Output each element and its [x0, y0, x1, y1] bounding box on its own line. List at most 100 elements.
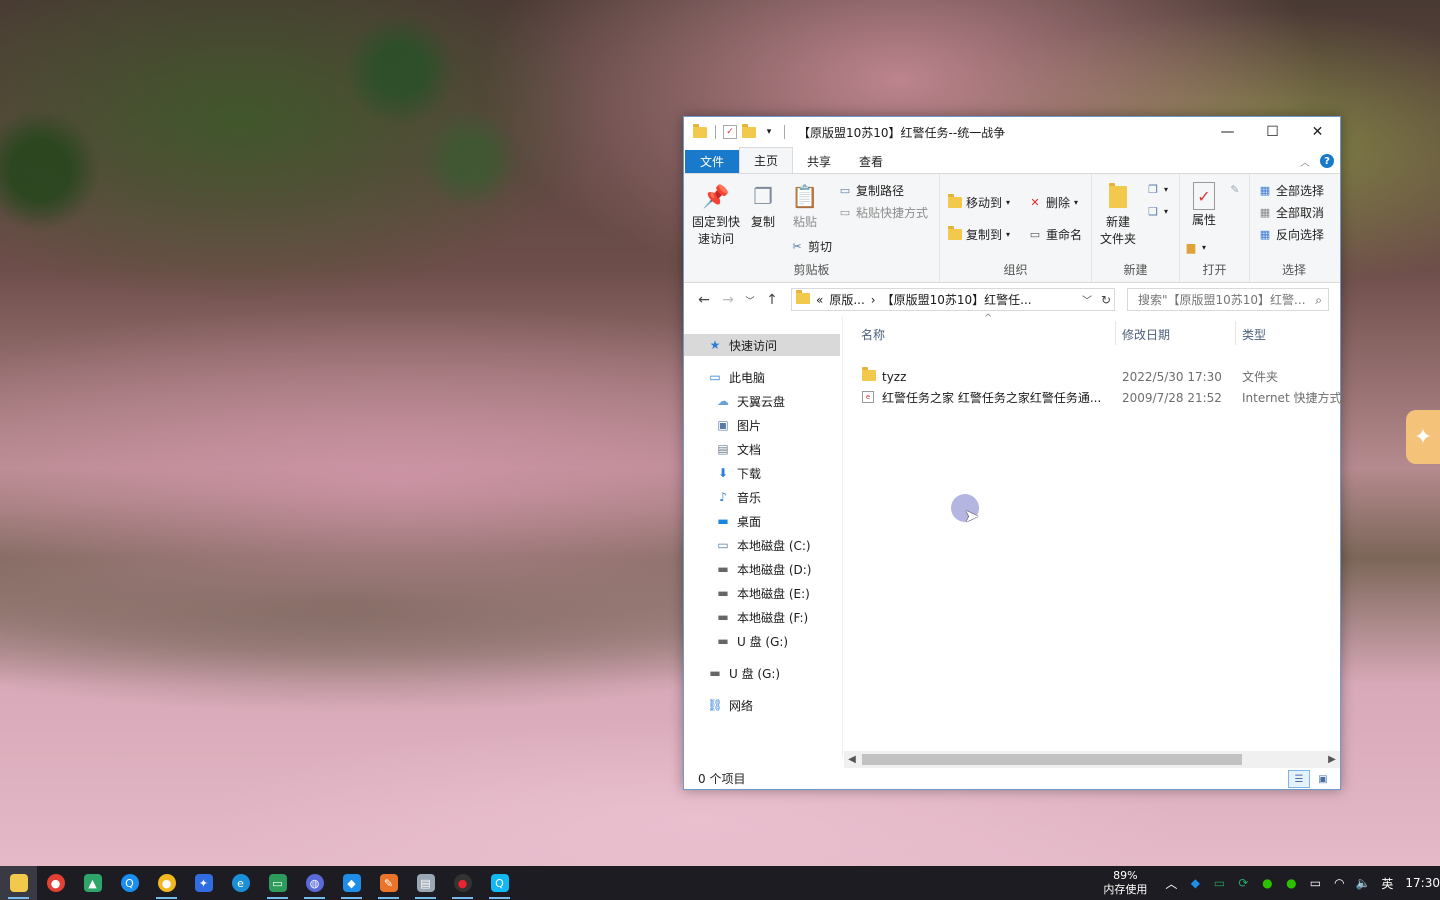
select-none-button[interactable]: ▦ 全部取消 [1258, 204, 1324, 221]
copy-path-button[interactable]: ▭ 复制路径 [838, 182, 904, 199]
taskbar-chrome[interactable]: ● [37, 866, 74, 900]
new-folder-icon[interactable] [741, 123, 757, 140]
select-all-button[interactable]: ▦ 全部选择 [1258, 182, 1324, 199]
large-icons-view-icon[interactable]: ▣ [1312, 770, 1334, 788]
paste-shortcut-label: 粘贴快捷方式 [856, 206, 929, 220]
properties-button[interactable]: ✓ 属性 [1184, 182, 1224, 229]
taskbar-recorder[interactable]: ● [444, 866, 481, 900]
taskbar-file-explorer[interactable] [0, 866, 37, 900]
nav-item-this-pc[interactable]: ▭ 此电脑 [684, 366, 862, 388]
delete-button[interactable]: ✕ 删除 ▾ [1028, 194, 1078, 211]
cut-button[interactable]: ✂ 剪切 [790, 238, 832, 255]
tray-wechat-icon[interactable]: ● [1255, 866, 1279, 900]
nav-item-network[interactable]: ⛓ 网络 [684, 694, 862, 716]
taskbar-edge[interactable]: e [222, 866, 259, 900]
breadcrumb-overflow[interactable]: « [816, 293, 823, 307]
paste-button[interactable]: 📋 粘贴 [788, 182, 822, 231]
taskbar-notes[interactable]: ▤ [407, 866, 444, 900]
easy-access-button[interactable]: ❑ ▾ [1146, 204, 1168, 218]
tray-wechat-2-icon[interactable]: ● [1279, 866, 1303, 900]
address-box[interactable]: « 原版... › 【原版盟10苏10】红警任... [791, 288, 1115, 311]
show-hidden-icons-chevron-icon[interactable]: ︿ [1159, 866, 1183, 900]
clipboard-group-label: 剪贴板 [793, 263, 830, 277]
file-row[interactable]: tyzz 2022/5/30 17:30 文件夹 [860, 366, 1338, 387]
easy-access-icon: ❑ [1148, 204, 1158, 218]
battery-icon[interactable]: ▭ [1303, 866, 1327, 900]
file-row[interactable]: e 红警任务之家 红警任务之家红警任务通... 2009/7/28 21:52 … [860, 387, 1341, 408]
organize-group-label: 组织 [1003, 263, 1028, 277]
column-header-type[interactable]: 类型 [1242, 323, 1266, 345]
taskbar-monitor[interactable]: ▭ [259, 866, 296, 900]
tab-home[interactable]: 主页 [739, 147, 794, 173]
breadcrumb-item[interactable]: 【原版盟10苏10】红警任... [882, 291, 1032, 308]
scroll-left-icon[interactable]: ◀ [844, 751, 860, 768]
address-dropdown-icon[interactable]: ﹀ [1080, 288, 1094, 311]
volume-icon[interactable]: 🔈 [1351, 866, 1375, 900]
move-to-button[interactable]: 移动到 ▾ [948, 194, 1010, 211]
taskbar-qq[interactable]: Q [481, 866, 518, 900]
breadcrumb-item[interactable]: 原版... [829, 291, 864, 308]
clock[interactable]: 17:30 [1405, 876, 1440, 890]
rename-button[interactable]: ▭ 重命名 [1028, 226, 1082, 243]
nav-item-quick-access[interactable]: ★ 快速访问 [684, 334, 840, 356]
tab-file[interactable]: 文件 [685, 150, 740, 173]
paste-shortcut-button[interactable]: ▭ 粘贴快捷方式 [838, 204, 928, 221]
nav-item-label: 文档 [737, 442, 762, 457]
memory-usage[interactable]: 89% 内存使用 [1103, 869, 1147, 897]
wifi-icon[interactable]: ◠ [1327, 866, 1351, 900]
refresh-icon[interactable]: ↻ [1096, 288, 1116, 311]
customize-dropdown-icon[interactable]: ▾ [761, 124, 777, 140]
up-arrow-icon[interactable]: ↑ [760, 292, 784, 308]
column-header-date[interactable]: 修改日期 [1122, 323, 1170, 345]
pin-icon: 📌 [702, 184, 730, 210]
tab-view[interactable]: 查看 [845, 149, 897, 173]
details-view-icon[interactable]: ☰ [1288, 770, 1310, 788]
app-blue-icon: ◆ [342, 874, 361, 892]
horizontal-scrollbar[interactable]: ◀ ▶ [844, 751, 1340, 768]
search-box[interactable]: ⌕ [1127, 288, 1329, 311]
nav-item-usb-root[interactable]: ▬ U 盘 (G:) [684, 662, 862, 684]
new-item-button[interactable]: ❐ ▾ [1146, 182, 1168, 196]
taskbar-green-app[interactable]: ▲ [74, 866, 111, 900]
tray-monitor-icon[interactable]: ▭ [1207, 866, 1231, 900]
column-divider[interactable] [1115, 321, 1116, 345]
floating-widget-icon[interactable]: ✦ [1406, 410, 1440, 464]
close-button[interactable]: ✕ [1295, 117, 1340, 147]
taskbar-app-orange[interactable]: ✎ [370, 866, 407, 900]
tray-app-icon[interactable]: ◆ [1183, 866, 1207, 900]
back-arrow-icon[interactable]: ← [692, 292, 716, 308]
forward-arrow-icon[interactable]: → [716, 292, 740, 308]
taskbar-qq-browser[interactable]: Q [111, 866, 148, 900]
open-group: ✓ 属性 ▆ ▾ ✎ 打开 [1180, 174, 1250, 282]
maximize-button[interactable]: ☐ [1250, 117, 1295, 147]
open-dropdown-button[interactable]: ▆ ▾ [1184, 240, 1206, 254]
recent-locations-chevron-icon[interactable]: ﹀ [740, 294, 760, 307]
taskbar-globe[interactable]: ◍ [296, 866, 333, 900]
file-name: tyzz [882, 369, 907, 384]
taskbar-feishu[interactable]: ✦ [185, 866, 222, 900]
search-icon[interactable]: ⌕ [1315, 293, 1322, 308]
edit-button[interactable]: ✎ [1228, 182, 1242, 196]
help-icon[interactable]: ? [1320, 154, 1334, 168]
pane-divider[interactable] [842, 317, 843, 757]
taskbar-chrome-2[interactable]: ● [148, 866, 185, 900]
taskbar-app-blue[interactable]: ◆ [333, 866, 370, 900]
scroll-right-icon[interactable]: ▶ [1324, 751, 1340, 768]
collapse-ribbon-icon[interactable]: ︿ [1300, 154, 1310, 169]
scrollbar-thumb[interactable] [862, 754, 1242, 765]
invert-selection-button[interactable]: ▦ 反向选择 [1258, 226, 1324, 243]
properties-check-icon[interactable]: ✓ [723, 125, 737, 139]
pin-quick-access-button[interactable]: 📌 固定到快 速访问 [690, 182, 742, 248]
copy-button[interactable]: ❐ 复制 [746, 182, 780, 231]
new-folder-button[interactable]: 新建 文件夹 [1096, 182, 1140, 248]
breadcrumb-separator-icon[interactable]: › [871, 293, 876, 307]
input-method-indicator[interactable]: 英 [1375, 866, 1399, 900]
memory-label: 内存使用 [1103, 883, 1148, 896]
tray-sync-icon[interactable]: ⟳ [1231, 866, 1255, 900]
minimize-button[interactable]: — [1205, 117, 1250, 147]
copy-to-button[interactable]: 复制到 ▾ [948, 226, 1010, 243]
tab-share[interactable]: 共享 [793, 149, 845, 173]
column-header-name[interactable]: 名称 [861, 323, 885, 345]
search-input[interactable] [1136, 291, 1310, 308]
column-divider[interactable] [1235, 321, 1236, 345]
